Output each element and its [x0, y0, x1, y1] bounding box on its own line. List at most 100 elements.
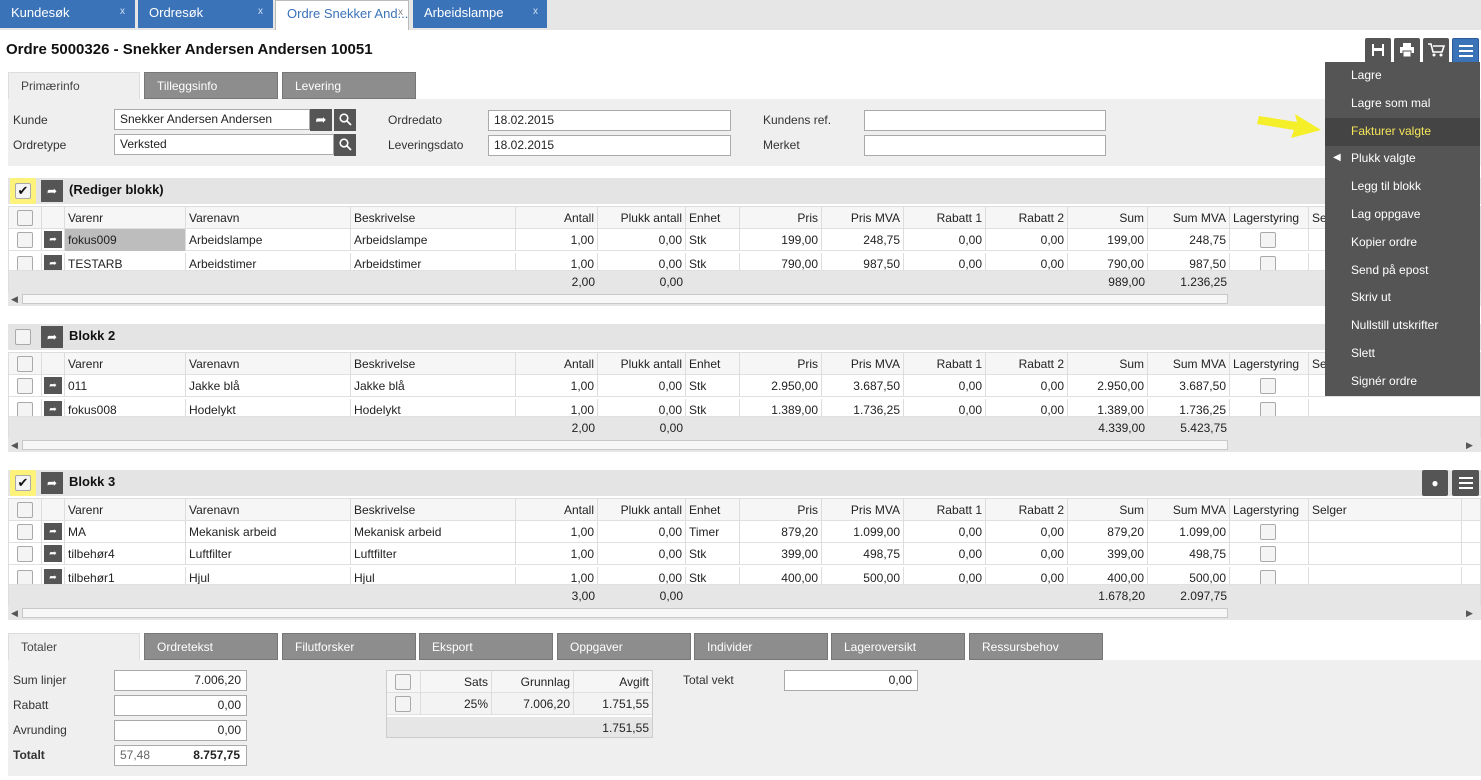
row-arrow-icon[interactable]: ➦	[44, 569, 62, 584]
scroll-thumb[interactable]	[22, 294, 1228, 304]
rabatt-field[interactable]: 0,00	[114, 695, 247, 716]
table-row[interactable]: ➦ MA Mekanisk arbeid Mekanisk arbeid 1,0…	[9, 521, 1480, 543]
cell-selger[interactable]	[1309, 567, 1462, 584]
col-plukk-antall[interactable]: Plukk antall	[598, 353, 686, 375]
col-sum-mva[interactable]: Sum MVA	[1148, 207, 1230, 229]
tab-oppgaver[interactable]: Oppgaver	[557, 633, 691, 660]
col-antall[interactable]: Antall	[516, 353, 598, 375]
lagerstyring-checkbox[interactable]	[1260, 232, 1276, 248]
menu-item-nullstill-utskrifter[interactable]: Nullstill utskrifter	[1325, 312, 1480, 340]
lagerstyring-checkbox[interactable]	[1260, 402, 1276, 416]
cell-varenavn[interactable]: Mekanisk arbeid	[186, 521, 351, 543]
menu-item-lagre[interactable]: Lagre	[1325, 62, 1480, 90]
close-icon[interactable]: x	[533, 0, 538, 25]
tab-lageroversikt[interactable]: Lageroversikt	[831, 633, 965, 660]
cell-selger[interactable]	[1309, 521, 1462, 543]
col-varenr[interactable]: Varenr	[65, 207, 186, 229]
col-grunnlag[interactable]: Grunnlag	[492, 671, 574, 693]
col-lagerstyring[interactable]: Lagerstyring	[1230, 353, 1309, 375]
table-row[interactable]: ➦ tilbehør4 Luftfilter Luftfilter 1,00 0…	[9, 543, 1480, 565]
lagerstyring-checkbox[interactable]	[1260, 256, 1276, 270]
search-icon[interactable]	[334, 134, 356, 156]
scroll-left-icon[interactable]: ◀	[11, 606, 18, 620]
leveringsdato-field[interactable]: 18.02.2015	[488, 135, 731, 156]
cell-rabatt2[interactable]: 0,00	[986, 375, 1068, 397]
next-circle-icon[interactable]: ●	[1422, 470, 1448, 496]
cell-enhet[interactable]: Stk	[686, 567, 740, 584]
col-sum-mva[interactable]: Sum MVA	[1148, 353, 1230, 375]
cell-rabatt1[interactable]: 0,00	[904, 399, 986, 416]
cell-pris[interactable]: 199,00	[740, 229, 822, 251]
block-checkbox[interactable]	[15, 329, 31, 345]
col-sum[interactable]: Sum	[1068, 207, 1148, 229]
cell-pris-mva[interactable]: 1.736,25	[822, 399, 904, 416]
tab-totaler[interactable]: Totaler	[8, 633, 140, 661]
cell-varenr[interactable]: fokus008	[65, 399, 186, 416]
scroll-right-icon[interactable]: ▶	[1466, 606, 1473, 620]
col-varenavn[interactable]: Varenavn	[186, 207, 351, 229]
col-pris-mva[interactable]: Pris MVA	[822, 353, 904, 375]
scroll-thumb[interactable]	[22, 608, 1228, 618]
col-enhet[interactable]: Enhet	[686, 499, 740, 521]
col-varenr[interactable]: Varenr	[65, 499, 186, 521]
cell-varenr[interactable]: MA	[65, 521, 186, 543]
lagerstyring-checkbox[interactable]	[1260, 378, 1276, 394]
cell-plukk[interactable]: 0,00	[598, 521, 686, 543]
ordretype-field[interactable]: Verksted	[114, 134, 334, 155]
tab-individer[interactable]: Individer	[694, 633, 828, 660]
table-row[interactable]: ➦ tilbehør1 Hjul Hjul 1,00 0,00 Stk 400,…	[9, 565, 1480, 585]
cell-varenavn[interactable]: Hodelykt	[186, 399, 351, 416]
cell-enhet[interactable]: Stk	[686, 399, 740, 416]
col-pris[interactable]: Pris	[740, 353, 822, 375]
cell-varenr[interactable]: tilbehør4	[65, 543, 186, 565]
cell-varenavn[interactable]: Jakke blå	[186, 375, 351, 397]
tab-ordre-snekker[interactable]: Ordre Snekker And... x	[275, 0, 409, 30]
menu-item-slett[interactable]: Slett	[1325, 340, 1480, 368]
search-icon[interactable]	[334, 109, 356, 131]
menu-item-legg-til-blokk[interactable]: Legg til blokk	[1325, 173, 1480, 201]
cell-enhet[interactable]: Stk	[686, 253, 740, 270]
col-antall[interactable]: Antall	[516, 207, 598, 229]
col-plukk-antall[interactable]: Plukk antall	[598, 207, 686, 229]
cell-selger[interactable]	[1309, 543, 1462, 565]
col-lagerstyring[interactable]: Lagerstyring	[1230, 499, 1309, 521]
save-icon[interactable]	[1365, 38, 1391, 63]
table-row[interactable]: ➦ TESTARB Arbeidstimer Arbeidstimer 1,00…	[9, 251, 1480, 271]
cell-pris[interactable]: 400,00	[740, 567, 822, 584]
cell-rabatt2[interactable]: 0,00	[986, 229, 1068, 251]
cell-pris-mva[interactable]: 1.099,00	[822, 521, 904, 543]
cart-icon[interactable]	[1423, 38, 1449, 63]
cell-pris-mva[interactable]: 498,75	[822, 543, 904, 565]
row-arrow-icon[interactable]: ➦	[44, 523, 62, 540]
row-checkbox[interactable]	[17, 570, 33, 584]
row-arrow-icon[interactable]: ➦	[44, 255, 62, 270]
block-arrow-icon[interactable]: ➦	[41, 472, 63, 494]
block-menu-icon[interactable]	[1452, 470, 1479, 496]
cell-antall[interactable]: 1,00	[516, 567, 598, 584]
cell-beskrivelse[interactable]: Hjul	[351, 567, 516, 584]
menu-icon[interactable]	[1452, 38, 1479, 63]
cell-varenavn[interactable]: Arbeidstimer	[186, 253, 351, 270]
block-checkbox[interactable]: ✔	[15, 183, 31, 199]
col-varenavn[interactable]: Varenavn	[186, 499, 351, 521]
cell-pris-mva[interactable]: 248,75	[822, 229, 904, 251]
tab-ordresok[interactable]: Ordresøk x	[138, 0, 273, 28]
cell-beskrivelse[interactable]: Mekanisk arbeid	[351, 521, 516, 543]
col-enhet[interactable]: Enhet	[686, 207, 740, 229]
col-pris[interactable]: Pris	[740, 207, 822, 229]
kundens-ref-field[interactable]	[864, 110, 1106, 131]
col-sum-mva[interactable]: Sum MVA	[1148, 499, 1230, 521]
cell-beskrivelse[interactable]: Jakke blå	[351, 375, 516, 397]
row-checkbox[interactable]	[17, 524, 33, 540]
avrunding-field[interactable]: 0,00	[114, 720, 247, 741]
scroll-thumb[interactable]	[22, 440, 1228, 450]
col-avgift[interactable]: Avgift	[574, 671, 652, 693]
merket-field[interactable]	[864, 135, 1106, 156]
cell-plukk[interactable]: 0,00	[598, 375, 686, 397]
cell-enhet[interactable]: Stk	[686, 543, 740, 565]
col-sum[interactable]: Sum	[1068, 353, 1148, 375]
table-row[interactable]: 25% 7.006,20 1.751,55	[387, 693, 652, 715]
col-beskrivelse[interactable]: Beskrivelse	[351, 499, 516, 521]
menu-item-send-pa-epost[interactable]: Send på epost	[1325, 257, 1480, 285]
row-arrow-icon[interactable]: ➦	[44, 377, 62, 394]
